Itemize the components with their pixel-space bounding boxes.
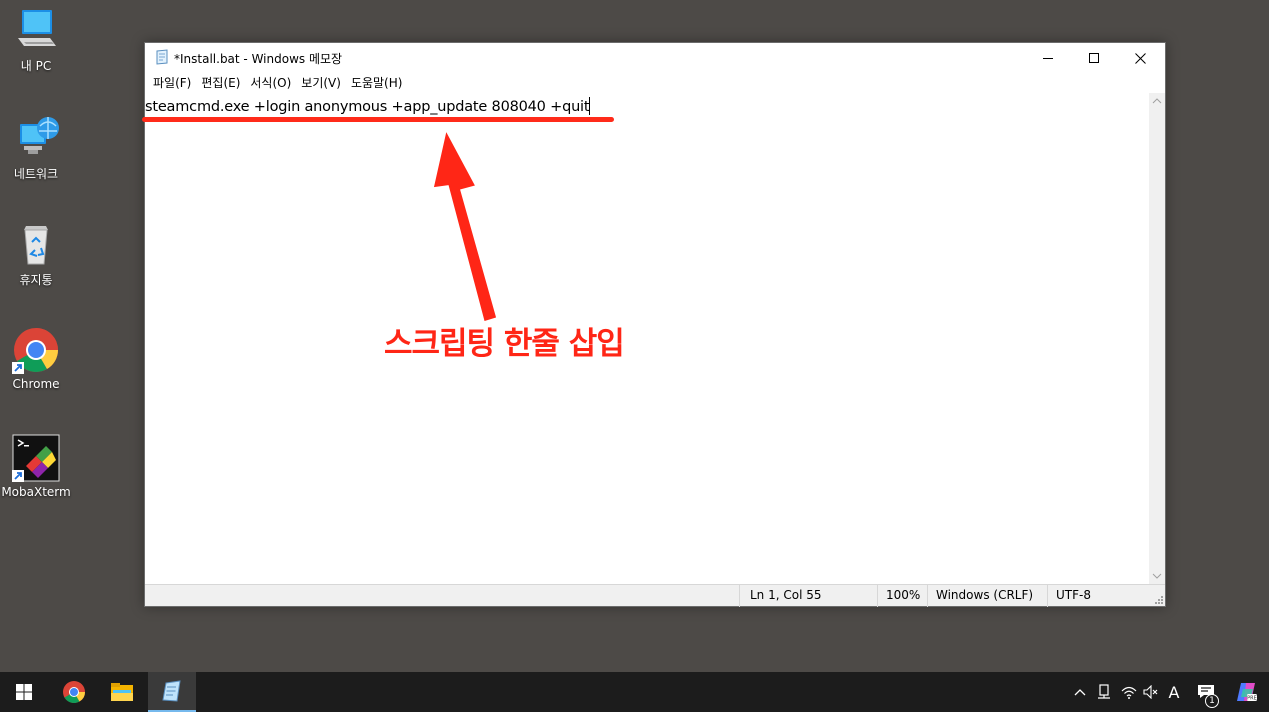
svg-text:PRE: PRE: [1247, 696, 1257, 702]
text-editor[interactable]: steamcmd.exe +login anonymous +app_updat…: [145, 93, 1149, 584]
notepad-icon: [154, 49, 170, 65]
menu-format[interactable]: 서식(O): [245, 73, 296, 93]
desktop-icon-network[interactable]: 네트워크: [2, 114, 70, 182]
menu-edit[interactable]: 편집(E): [196, 73, 245, 93]
desktop-icon-chrome[interactable]: Chrome: [2, 326, 70, 391]
wifi-icon: [1121, 686, 1137, 699]
computer-icon: [12, 6, 60, 54]
text-caret: [589, 97, 591, 115]
status-line-ending: Windows (CRLF): [927, 585, 1047, 607]
show-hidden-icons-button[interactable]: [1070, 672, 1090, 712]
vertical-scrollbar[interactable]: [1149, 93, 1165, 584]
taskbar-file-explorer-button[interactable]: [98, 672, 146, 712]
close-button[interactable]: [1117, 43, 1163, 73]
chrome-icon: [12, 326, 60, 374]
minimize-button[interactable]: [1025, 43, 1071, 73]
status-position: Ln 1, Col 55: [739, 585, 877, 607]
editor-text-line: steamcmd.exe +login anonymous +app_updat…: [145, 97, 591, 115]
device-tray-button[interactable]: [1094, 672, 1114, 712]
desktop-icon-label: Chrome: [12, 377, 60, 391]
minimize-icon: [1043, 58, 1053, 59]
copilot-button[interactable]: PRE: [1232, 672, 1260, 712]
taskbar: A 1 PRE: [0, 672, 1269, 712]
network-tray-button[interactable]: [1118, 672, 1140, 712]
notepad-window[interactable]: *Install.bat - Windows 메모장 파일(F) 편집(E) 서…: [144, 42, 1166, 607]
taskbar-chrome-button[interactable]: [50, 672, 98, 712]
status-bar: Ln 1, Col 55 100% Windows (CRLF) UTF-8: [145, 584, 1167, 607]
windows-start-icon: [16, 684, 32, 700]
desktop-icon-label: 내 PC: [20, 59, 52, 73]
desktop-icon-label: 휴지통: [19, 273, 53, 287]
maximize-button[interactable]: [1071, 43, 1117, 73]
menu-bar: 파일(F) 편집(E) 서식(O) 보기(V) 도움말(H): [145, 73, 1165, 93]
status-zoom: 100%: [877, 585, 927, 607]
menu-file[interactable]: 파일(F): [148, 73, 196, 93]
menu-help[interactable]: 도움말(H): [346, 73, 408, 93]
close-icon: [1134, 52, 1146, 64]
notification-count-badge: 1: [1205, 694, 1219, 708]
desktop-icon-label: MobaXterm: [1, 485, 71, 499]
annotation-underline: [142, 117, 614, 122]
status-encoding: UTF-8: [1047, 585, 1167, 607]
chevron-up-icon: [1074, 689, 1086, 696]
copilot-icon: PRE: [1237, 683, 1257, 702]
menu-view[interactable]: 보기(V): [296, 73, 346, 93]
title-bar[interactable]: *Install.bat - Windows 메모장: [145, 43, 1165, 73]
network-icon: [12, 114, 60, 162]
taskbar-notepad-button[interactable]: [148, 672, 196, 712]
window-title: *Install.bat - Windows 메모장: [174, 52, 343, 66]
chrome-icon: [63, 681, 85, 703]
device-icon: [1098, 684, 1110, 699]
scroll-up-arrow-icon[interactable]: [1149, 93, 1165, 109]
maximize-icon: [1089, 53, 1099, 63]
input-indicator[interactable]: A: [1164, 672, 1184, 712]
desktop-icon-label: 네트워크: [13, 167, 59, 181]
notepad-icon: [162, 680, 181, 702]
file-explorer-icon: [111, 683, 133, 701]
desktop-icon-recycle-bin[interactable]: 휴지통: [2, 220, 70, 288]
volume-tray-button[interactable]: [1140, 672, 1162, 712]
volume-muted-icon: [1143, 685, 1158, 699]
desktop-icon-mobaxterm[interactable]: MobaXterm: [1, 434, 71, 499]
scroll-down-arrow-icon[interactable]: [1149, 568, 1165, 584]
recycle-bin-icon: [12, 220, 60, 268]
editor-text: steamcmd.exe +login anonymous +app_updat…: [145, 99, 590, 115]
start-button[interactable]: [0, 672, 48, 712]
resize-grip-icon[interactable]: [1154, 595, 1164, 605]
annotation-label: 스크립팅 한줄 삽입: [384, 326, 625, 362]
desktop-icon-my-pc[interactable]: 내 PC: [2, 6, 70, 74]
mobaxterm-icon: [12, 434, 60, 482]
notification-center-button[interactable]: 1: [1192, 672, 1220, 712]
